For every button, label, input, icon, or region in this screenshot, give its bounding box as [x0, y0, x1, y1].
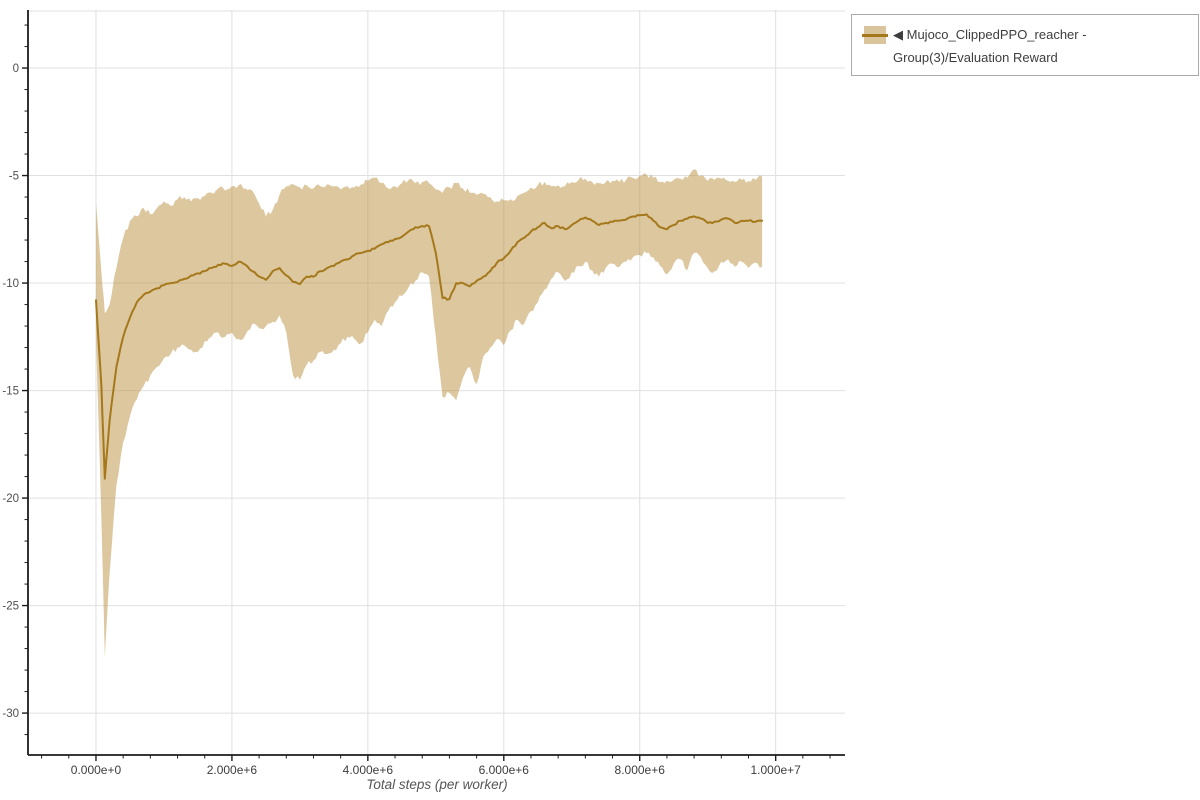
confidence-band	[96, 169, 763, 658]
x-tick-label: 6.000e+6	[479, 763, 530, 777]
y-tick-label: -10	[2, 278, 19, 290]
legend-collapse-icon: ◀	[893, 27, 903, 42]
y-tick-labels: 0 -5 -10 -15 -20 -25 -30	[2, 63, 19, 720]
x-tick-label: 1.000e+7	[750, 763, 801, 777]
legend-label-text: Mujoco_ClippedPPO_reacher - Group(3)/Eva…	[893, 27, 1087, 65]
chart-canvas[interactable]: 0 -5 -10 -15 -20 -25 -30 0.000e+0 2.000e+6 4.000e…	[0, 0, 1200, 800]
x-grid	[95, 10, 777, 755]
legend-line-sample	[862, 33, 888, 37]
y-tick-label: -15	[2, 386, 19, 398]
y-tick-label: -5	[9, 171, 19, 183]
y-tick-label: -25	[2, 601, 19, 613]
x-axis-title: Total steps (per worker)	[366, 777, 507, 792]
plot-area: 0 -5 -10 -15 -20 -25 -30 0.000e+0 2.000e+6 4.000e…	[0, 0, 1200, 800]
x-tick-label: 2.000e+6	[207, 763, 258, 777]
ticks	[22, 24, 831, 761]
y-tick-label: 0	[13, 63, 19, 75]
y-tick-label: -30	[2, 708, 19, 720]
x-tick-label: 8.000e+6	[615, 763, 666, 777]
chart-layers: 0 -5 -10 -15 -20 -25 -30 0.000e+0 2.000e+6 4.000e…	[2, 10, 845, 777]
legend-label: ◀ Mujoco_ClippedPPO_reacher - Group(3)/E…	[893, 23, 1190, 69]
x-tick-label: 0.000e+0	[71, 763, 122, 777]
legend[interactable]: ◀ Mujoco_ClippedPPO_reacher - Group(3)/E…	[851, 14, 1199, 76]
y-tick-label: -20	[2, 493, 19, 505]
legend-swatch-icon	[862, 26, 888, 44]
x-tick-label: 4.000e+6	[343, 763, 394, 777]
x-tick-labels: 0.000e+0 2.000e+6 4.000e+6 6.000e+6 8.000e+6…	[71, 763, 801, 777]
axes	[27, 10, 845, 756]
